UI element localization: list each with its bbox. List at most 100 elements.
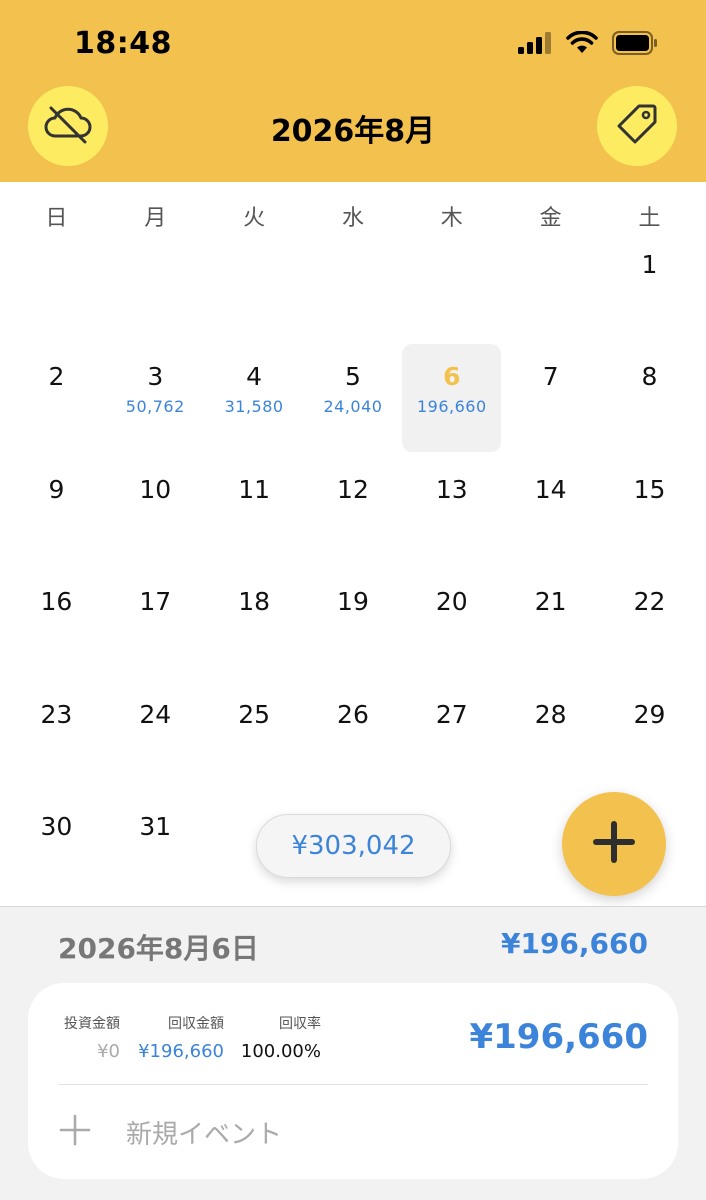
calendar-day-cell[interactable]: 21 [501,573,600,685]
calendar-day-cell[interactable]: 20 [402,573,501,685]
calendar-day-cell[interactable]: 6 196,660 [402,344,502,460]
calendar-day-cell[interactable]: 31 [106,798,205,910]
wifi-icon [566,30,598,59]
calendar-empty-cell [106,236,205,348]
day-amount: 31,580 [224,397,284,417]
calendar-day-cell[interactable]: 17 [106,573,205,685]
header-bar: 18:48 2026年8月 [0,0,706,182]
calendar-day-cell[interactable]: 5 24,040 [304,348,403,460]
calendar-day-cell[interactable]: 28 [501,686,600,798]
calendar-day-cell[interactable]: 24 [106,686,205,798]
weekday-label: 水 [341,206,364,231]
calendar-day-cell[interactable]: 4 31,580 [205,348,304,460]
card-total[interactable]: ¥196,660 [469,1017,648,1057]
calendar-day-cell[interactable]: 14 [501,461,600,573]
divider [58,1084,648,1085]
tag-button[interactable] [597,86,677,166]
rate-label: 回収率 [279,1016,321,1032]
calendar-day-cell[interactable]: 27 [402,686,501,798]
calendar-empty-cell [7,236,106,348]
calendar-day-cell[interactable]: 26 [304,686,403,798]
day-number: 13 [435,474,468,504]
calendar-day-cell[interactable]: 11 [205,461,304,573]
calendar-day-cell[interactable]: 30 [7,798,106,910]
day-number: 2 [48,362,65,392]
day-number: 17 [139,587,172,617]
day-amount: 24,040 [323,397,383,417]
day-number: 23 [40,699,73,729]
day-number: 21 [534,587,567,617]
month-total-pill[interactable]: ¥303,042 [256,814,451,878]
return-label: 回収金額 [168,1016,224,1032]
day-detail-panel: 2026年8月6日 ¥196,660 投資金額 ¥0 回収金額 ¥196,660… [0,906,706,1200]
day-number: 31 [139,811,172,841]
day-number: 24 [139,699,172,729]
status-icons [518,30,658,60]
day-number: 29 [633,699,666,729]
new-event-label: 新規イベント [126,1119,283,1150]
day-number: 25 [238,699,271,729]
weekday-label: 火 [243,206,266,231]
investment-stat: 投資金額 ¥0 [56,1013,120,1062]
calendar-day-cell[interactable]: 10 [106,461,205,573]
add-entry-button[interactable] [562,792,666,896]
calendar-day-cell[interactable]: 12 [304,461,403,573]
calendar-day-cell[interactable]: 8 [600,348,699,460]
day-number: 19 [337,587,369,617]
day-number: 10 [139,474,172,504]
battery-icon [612,31,658,59]
day-number: 4 [246,362,263,392]
return-stat: 回収金額 ¥196,660 [128,1013,224,1062]
calendar-day-cell[interactable]: 23 [7,686,106,798]
rate-stat: 回収率 100.00% [233,1013,321,1062]
weekday-header: 日 月 火 水 木 金 土 [7,200,699,232]
calendar-day-cell[interactable]: 15 [600,461,699,573]
investment-value: ¥0 [97,1041,120,1062]
weekday-label: 月 [144,206,167,231]
summary-card: 投資金額 ¥0 回収金額 ¥196,660 回収率 100.00% ¥196,6… [28,983,678,1179]
plus-icon [58,1113,92,1151]
calendar-day-cell[interactable]: 16 [7,573,106,685]
calendar-day-cell[interactable]: 7 [501,348,600,460]
investment-label: 投資金額 [64,1016,120,1032]
calendar-day-cell[interactable]: 25 [205,686,304,798]
calendar-day-cell[interactable]: 29 [600,686,699,798]
calendar-day-cell[interactable]: 19 [304,573,403,685]
day-number: 6 [443,362,461,392]
day-number: 9 [48,474,65,504]
calendar-day-cell[interactable]: 9 [7,461,106,573]
day-number: 5 [345,362,361,392]
calendar-day-cell[interactable]: 13 [402,461,501,573]
calendar-week-row: 9 10 11 12 13 14 15 [7,461,699,573]
day-number: 15 [633,474,666,504]
day-number: 22 [633,587,666,617]
return-value: ¥196,660 [138,1041,224,1062]
day-number: 20 [435,587,468,617]
calendar-week-row: 16 17 18 19 20 21 22 [7,573,699,685]
day-amount: 196,660 [416,397,487,417]
day-amount: 50,762 [125,397,185,417]
new-event-button[interactable]: 新規イベント [58,1113,282,1151]
weekday-label: 金 [539,206,562,231]
day-number: 16 [40,587,73,617]
calendar-day-cell[interactable]: 3 50,762 [106,348,205,460]
selected-date: 2026年8月6日 [58,932,259,965]
calendar-week-row: 1 [7,236,699,348]
day-number: 26 [337,699,369,729]
calendar-day-cell[interactable]: 1 [600,236,699,348]
calendar-empty-cell [304,236,403,348]
day-number: 1 [641,250,658,279]
calendar-day-cell[interactable]: 2 [7,348,106,460]
calendar-week-row: 23 24 25 26 27 28 29 [7,686,699,798]
day-number: 14 [534,474,567,504]
rate-value: 100.00% [240,1041,321,1062]
day-number: 11 [238,474,271,504]
status-time: 18:48 [74,26,172,61]
calendar-day-cell[interactable]: 22 [600,573,699,685]
calendar-day-cell[interactable]: 18 [205,573,304,685]
day-number: 8 [641,362,658,392]
weekday-label: 木 [440,206,463,231]
day-number: 30 [40,811,73,841]
day-number: 28 [534,699,567,729]
selected-date-total: ¥196,660 [500,927,648,960]
